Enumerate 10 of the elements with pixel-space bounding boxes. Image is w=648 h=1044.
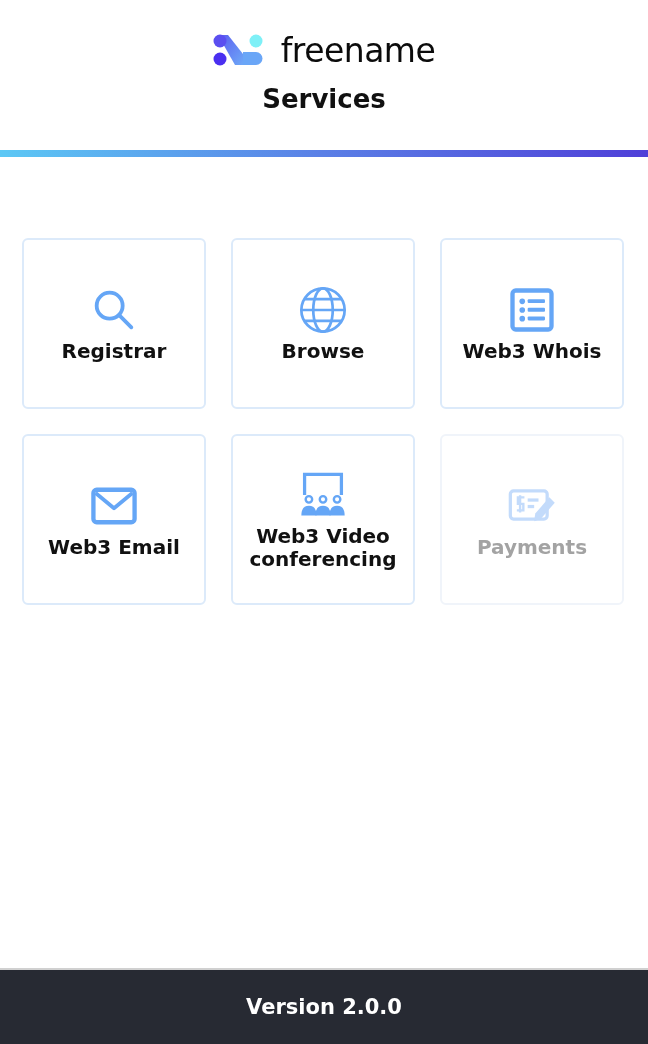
- service-tile[interactable]: Web3 Email: [22, 434, 206, 605]
- brand-name: freename: [280, 30, 436, 70]
- service-tile[interactable]: Registrar: [22, 238, 206, 409]
- logo-icon: [212, 34, 263, 66]
- service-tile[interactable]: Web3 Whois: [440, 238, 624, 409]
- page-title: Services: [262, 84, 386, 114]
- service-tile[interactable]: Web3 Video conferencing: [231, 434, 415, 605]
- globe-icon: [297, 284, 349, 336]
- version-text: Version 2.0.0: [246, 995, 402, 1019]
- service-tile[interactable]: Browse: [231, 238, 415, 409]
